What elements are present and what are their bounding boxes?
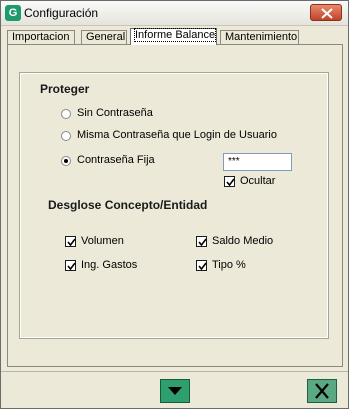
tab-mantenimiento[interactable]: Mantenimiento (220, 30, 299, 45)
checkbox-volumen[interactable]: Volumen (65, 235, 165, 249)
checkbox-saldo-medio[interactable]: Saldo Medio (196, 235, 296, 249)
button-bar (1, 371, 348, 409)
radio-button-selected[interactable] (61, 156, 71, 166)
radio-contrasena-fija[interactable]: Contraseña Fija (61, 154, 211, 168)
title-bar: G Configuración (1, 1, 348, 26)
x-icon (315, 383, 329, 399)
tab-informe-balance[interactable]: Informe Balance (130, 28, 217, 45)
checkbox-checked[interactable] (196, 260, 207, 271)
tab-general[interactable]: General (81, 30, 127, 45)
checkbox-ing-gastos[interactable]: Ing. Gastos (65, 259, 165, 273)
radio-button[interactable] (61, 131, 71, 141)
close-icon (321, 8, 333, 19)
tab-importacion[interactable]: Importacion (7, 30, 75, 45)
accept-button[interactable] (160, 379, 190, 403)
desglose-heading: Desglose Concepto/Entidad (48, 198, 208, 212)
checkbox-checked[interactable] (65, 260, 76, 271)
cancel-button[interactable] (307, 379, 337, 403)
window-title: Configuración (24, 6, 99, 20)
window-close-button[interactable] (310, 4, 342, 21)
password-field[interactable]: *** (223, 153, 292, 171)
radio-sin-contrasena[interactable]: Sin Contraseña (61, 107, 261, 121)
radio-button[interactable] (61, 109, 71, 119)
checkbox-checked[interactable] (196, 236, 207, 247)
checkbox-tipo-pct[interactable]: Tipo % (196, 259, 296, 273)
checkbox-ocultar[interactable]: Ocultar (224, 175, 304, 189)
checkbox-checked[interactable] (224, 176, 235, 187)
checkbox-checked[interactable] (65, 236, 76, 247)
arrow-down-icon (168, 387, 182, 395)
proteger-heading: Proteger (40, 82, 90, 96)
radio-misma-contrasena[interactable]: Misma Contraseña que Login de Usuario (61, 129, 301, 143)
config-window: G Configuración Importacion General Info… (0, 0, 349, 409)
app-logo-icon: G (5, 5, 21, 21)
tab-panel-informe-balance: Proteger Sin Contraseña Misma Contraseña… (7, 44, 343, 367)
